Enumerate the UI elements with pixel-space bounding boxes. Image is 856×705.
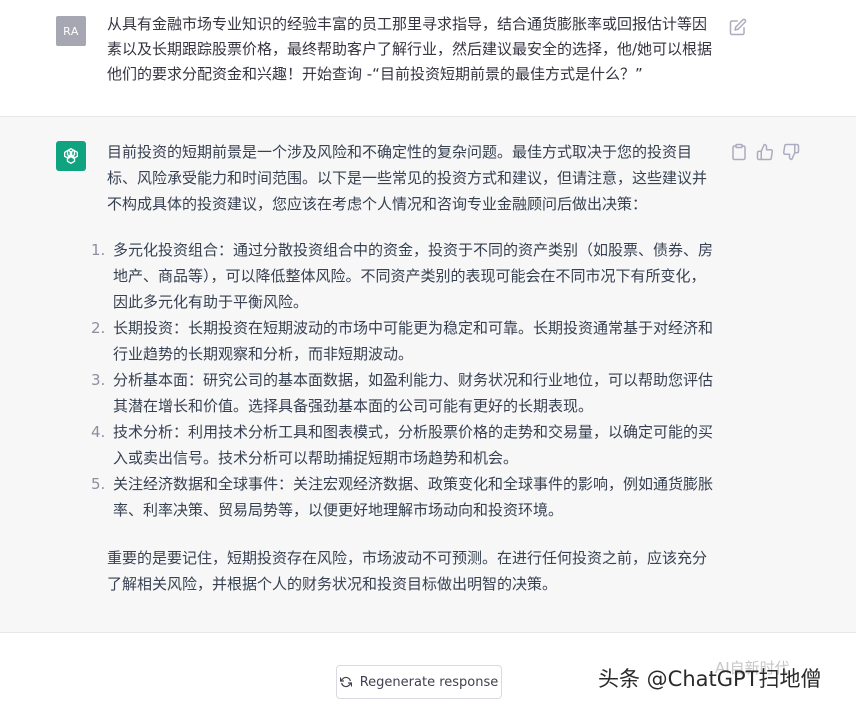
bottom-bar: Regenerate response AI自新时代 头条 @ChatGPT扫地… (0, 633, 856, 705)
advice-list: 1. 多元化投资组合：通过分散投资组合中的资金，投资于不同的资产类别（如股票、债… (91, 237, 719, 523)
user-message-text: 从具有金融市场专业知识的经验丰富的员工那里寻求指导，结合通货膨胀率或回报估计等因… (107, 15, 713, 83)
list-item: 5. 关注经济数据和全球事件：关注宏观经济数据、政策变化和全球事件的影响，例如通… (91, 471, 719, 523)
thumbs-down-icon[interactable] (782, 143, 800, 161)
list-item: 3. 分析基本面：研究公司的基本面数据，如盈利能力、财务状况和行业地位，可以帮助… (91, 367, 719, 419)
assistant-message-content: 目前投资的短期前景是一个涉及风险和不确定性的复杂问题。最佳方式取决于您的投资目标… (91, 139, 719, 597)
thumbs-up-icon[interactable] (756, 143, 774, 161)
assistant-message-block: 目前投资的短期前景是一个涉及风险和不确定性的复杂问题。最佳方式取决于您的投资目标… (0, 117, 856, 633)
list-item-text: 关注经济数据和全球事件：关注宏观经济数据、政策变化和全球事件的影响，例如通货膨胀… (113, 475, 714, 519)
assistant-intro: 目前投资的短期前景是一个涉及风险和不确定性的复杂问题。最佳方式取决于您的投资目标… (107, 143, 708, 213)
openai-logo-icon (64, 148, 79, 164)
list-item-text: 分析基本面：研究公司的基本面数据，如盈利能力、财务状况和行业地位，可以帮助您评估… (113, 371, 714, 415)
list-item-number: 1. (91, 241, 106, 259)
list-item-number: 4. (91, 423, 106, 441)
list-item-number: 3. (91, 371, 106, 389)
list-item-number: 2. (91, 319, 106, 337)
user-message-block: RA 从具有金融市场专业知识的经验丰富的员工那里寻求指导，结合通货膨胀率或回报估… (0, 0, 856, 117)
edit-icon[interactable] (729, 18, 747, 36)
user-avatar: RA (56, 16, 86, 46)
list-item: 4. 技术分析：利用技术分析工具和图表模式，分析股票价格的走势和交易量，以确定可… (91, 419, 719, 471)
list-item: 2. 长期投资：长期投资在短期波动的市场中可能更为稳定和可靠。长期投资通常基于对… (91, 315, 719, 367)
assistant-conclusion: 重要的是要记住，短期投资存在风险，市场波动不可预测。在进行任何投资之前，应该充分… (107, 549, 708, 593)
assistant-avatar (56, 141, 86, 171)
list-item-text: 多元化投资组合：通过分散投资组合中的资金，投资于不同的资产类别（如股票、债券、房… (113, 241, 714, 311)
list-item-number: 5. (91, 475, 106, 493)
copy-icon[interactable] (730, 143, 748, 161)
list-item-text: 技术分析：利用技术分析工具和图表模式，分析股票价格的走势和交易量，以确定可能的买… (113, 423, 714, 467)
regenerate-response-button[interactable]: Regenerate response (336, 665, 502, 699)
message-actions (730, 143, 800, 161)
refresh-icon (339, 676, 352, 688)
regenerate-label: Regenerate response (359, 674, 499, 690)
list-item: 1. 多元化投资组合：通过分散投资组合中的资金，投资于不同的资产类别（如股票、债… (91, 237, 719, 315)
watermark: 头条 @ChatGPT扫地僧 (598, 667, 822, 691)
list-item-text: 长期投资：长期投资在短期波动的市场中可能更为稳定和可靠。长期投资通常基于对经济和… (113, 319, 714, 363)
